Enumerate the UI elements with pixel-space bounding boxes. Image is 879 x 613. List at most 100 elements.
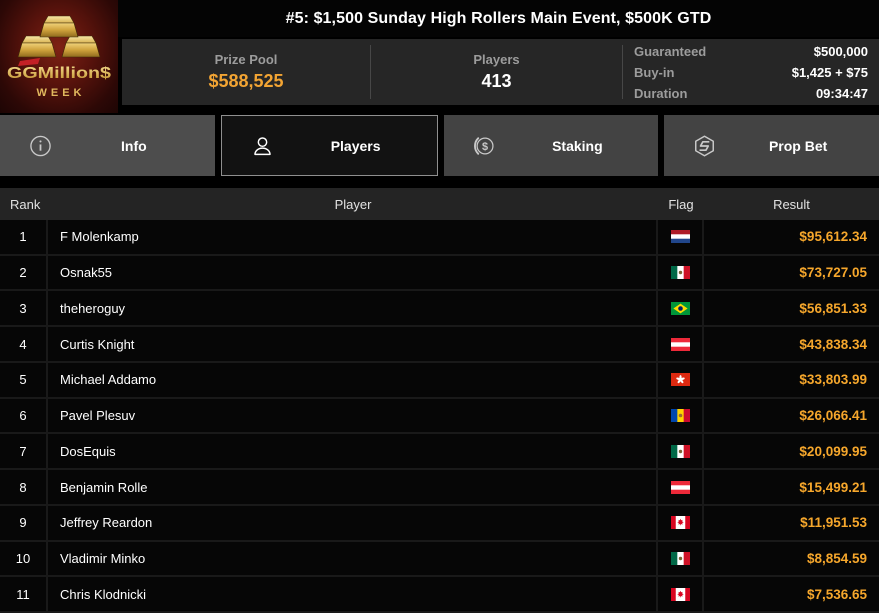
table-row[interactable]: 9 Jeffrey Reardon $11,951.53 — [0, 505, 879, 542]
table-row[interactable]: 7 DosEquis $20,099.95 — [0, 434, 879, 471]
info-icon — [28, 133, 53, 158]
rank-cell: 8 — [0, 470, 48, 504]
result-amount: $26,066.41 — [799, 408, 867, 424]
flag-austria-icon — [658, 470, 704, 504]
table-header: Rank Player Flag Result — [0, 188, 879, 220]
player-name: Michael Addamo — [48, 362, 658, 397]
table-row[interactable]: 10 Vladimir Minko $8,854.59 — [0, 541, 879, 578]
result-amount: $43,838.34 — [799, 336, 867, 352]
column-header-flag: Flag — [668, 196, 694, 212]
rank-cell: 5 — [0, 362, 48, 397]
result-amount: $56,851.33 — [799, 300, 867, 316]
player-name: Vladimir Minko — [48, 541, 658, 576]
flag-canada-icon — [658, 577, 704, 612]
player-name: Curtis Knight — [48, 327, 658, 361]
rank-cell: 3 — [0, 291, 48, 326]
result-amount: $95,612.34 — [799, 229, 867, 245]
result-amount: $20,099.95 — [799, 443, 867, 459]
gold-bars-graphic: GGMillion$ WEEK — [7, 15, 111, 99]
table-body: 1F Molenkamp $95,612.34 2 Osnak55 $73,727.05… — [0, 220, 879, 613]
flag-mexico-icon — [658, 541, 704, 576]
flag-netherlands-icon — [658, 220, 704, 254]
rank-cell: 10 — [0, 541, 48, 576]
tab-prop-bet[interactable]: Prop Bet — [664, 115, 879, 176]
table-row[interactable]: 8 Benjamin Rolle $15,499.21 — [0, 470, 879, 506]
tab-label: Info — [121, 137, 147, 154]
player-name: F Molenkamp — [48, 220, 658, 254]
rank-cell: 2 — [0, 255, 48, 290]
player-name: Benjamin Rolle — [48, 470, 658, 504]
table-row[interactable]: 6 Pavel Plesuv $26,066.41 — [0, 398, 879, 435]
buyin-row: Buy-in $1,425 + $75 — [634, 65, 868, 80]
tab-label: Players — [330, 137, 381, 154]
player-name: Pavel Plesuv — [48, 398, 658, 433]
rank-cell: 6 — [0, 398, 48, 433]
rank-cell: 4 — [0, 327, 48, 361]
header-main: #5: $1,500 Sunday High Rollers Main Even… — [118, 0, 879, 113]
rank-cell: 1 — [0, 220, 48, 254]
stats-bar: Prize Pool $588,525 Players 413 Guarante… — [122, 39, 879, 105]
flag-mexico-icon — [658, 255, 704, 290]
prize-pool-value: $588,525 — [208, 71, 284, 91]
flag-canada-icon — [658, 505, 704, 540]
tab-staking[interactable]: $ Staking — [443, 115, 659, 176]
players-icon — [250, 133, 275, 158]
tournament-header: GGMillion$ WEEK #5: $1,500 Sunday High R… — [0, 0, 879, 113]
column-header-rank: Rank — [10, 196, 41, 212]
flag-moldova-icon — [658, 398, 704, 433]
result-amount: $33,803.99 — [799, 372, 867, 388]
svg-text:GGMillion$: GGMillion$ — [7, 65, 111, 82]
flag-austria-icon — [658, 327, 704, 361]
duration-value: 09:34:47 — [815, 85, 868, 101]
guaranteed-row: Guaranteed $500,000 — [634, 44, 868, 59]
tournament-title: #5: $1,500 Sunday High Rollers Main Even… — [285, 9, 712, 27]
tab-label: Staking — [552, 137, 603, 154]
result-amount: $8,854.59 — [806, 550, 867, 566]
tab-label: Prop Bet — [768, 137, 828, 154]
table-row[interactable]: 1F Molenkamp $95,612.34 — [0, 220, 879, 256]
player-name: Chris Klodnicki — [48, 577, 658, 612]
player-name: theheroguy — [48, 291, 658, 326]
table-row[interactable]: 4 Curtis Knight $43,838.34 — [0, 327, 879, 363]
duration-row: Duration 09:34:47 — [634, 86, 868, 101]
result-amount: $11,951.53 — [800, 515, 867, 531]
flag-mexico-icon — [658, 434, 704, 469]
staking-icon: $ — [472, 133, 497, 158]
players-stat: Players 413 — [371, 39, 622, 105]
player-name: DosEquis — [48, 434, 658, 469]
column-header-result: Result — [773, 196, 810, 212]
rank-cell: 11 — [0, 577, 48, 612]
guaranteed-value: $500,000 — [813, 43, 868, 59]
flag-hong-kong-icon — [658, 362, 704, 397]
duration-label: Duration — [634, 85, 688, 101]
tab-players[interactable]: Players — [220, 115, 438, 176]
rank-cell: 9 — [0, 505, 48, 540]
svg-text:WEEK: WEEK — [37, 87, 86, 99]
rank-cell: 7 — [0, 434, 48, 469]
buyin-value: $1,425 + $75 — [791, 64, 868, 80]
result-amount: $73,727.05 — [799, 265, 867, 281]
players-count: 413 — [481, 71, 512, 91]
prize-pool-stat: Prize Pool $588,525 — [122, 39, 370, 105]
tournament-lobby: GGMillion$ WEEK #5: $1,500 Sunday High R… — [0, 0, 879, 613]
tab-info[interactable]: Info — [0, 115, 215, 176]
table-row[interactable]: 5 Michael Addamo $33,803.99 — [0, 362, 879, 399]
flag-brazil-icon — [658, 291, 704, 326]
guaranteed-label: Guaranteed — [634, 43, 707, 59]
table-row[interactable]: 2 Osnak55 $73,727.05 — [0, 255, 879, 292]
tournament-details: Guaranteed $500,000 Buy-in $1,425 + $75 … — [623, 39, 879, 105]
player-name: Osnak55 — [48, 255, 658, 290]
title-bar: #5: $1,500 Sunday High Rollers Main Even… — [118, 0, 879, 37]
prize-pool-label: Prize Pool — [214, 52, 278, 67]
tab-bar: Info Players $ Staking Prop Bet — [0, 115, 879, 176]
prop-bet-icon — [692, 133, 717, 158]
gg-millions-week-logo: GGMillion$ WEEK — [0, 0, 118, 113]
result-amount: $7,536.65 — [806, 586, 867, 602]
buyin-label: Buy-in — [634, 64, 675, 80]
table-row[interactable]: 11 Chris Klodnicki $7,536.65 — [0, 577, 879, 613]
player-name: Jeffrey Reardon — [48, 505, 658, 540]
table-row[interactable]: 3 theheroguy $56,851.33 — [0, 291, 879, 328]
players-label: Players — [473, 52, 520, 67]
column-header-player: Player — [334, 196, 372, 212]
result-amount: $15,499.21 — [799, 479, 867, 495]
